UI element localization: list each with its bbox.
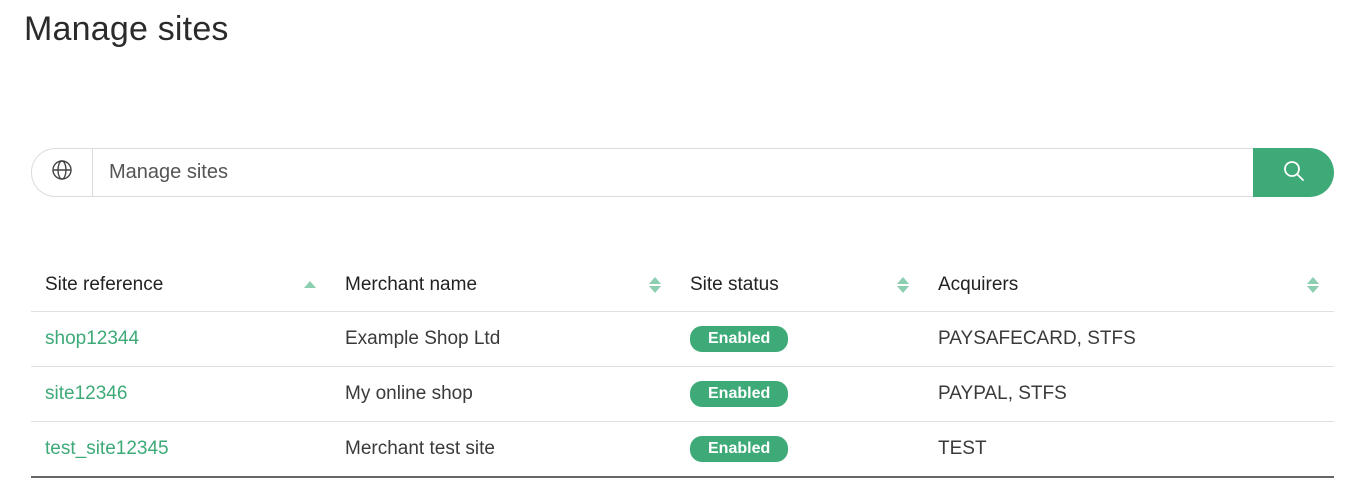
merchant-name-cell: My online shop xyxy=(331,366,676,422)
acquirers-cell: PAYPAL, STFS xyxy=(924,366,1334,422)
column-header-site-status[interactable]: Site status xyxy=(676,258,924,312)
column-header-merchant-name[interactable]: Merchant name xyxy=(331,258,676,312)
search-icon xyxy=(1282,159,1306,186)
globe-icon xyxy=(51,159,73,186)
sort-icon[interactable] xyxy=(648,276,662,293)
page-title: Manage sites xyxy=(24,10,229,48)
site-status-cell: Enabled xyxy=(676,311,924,367)
acquirers-cell: PAYSAFECARD, STFS xyxy=(924,311,1334,367)
sites-table: Site reference Merchant name Site status xyxy=(31,258,1334,478)
merchant-name-cell: Merchant test site xyxy=(331,421,676,478)
search-button[interactable] xyxy=(1253,148,1334,197)
site-reference-link[interactable]: test_site12345 xyxy=(45,438,169,459)
search-input[interactable] xyxy=(93,148,1253,197)
site-reference-cell: site12346 xyxy=(31,366,331,422)
site-reference-link[interactable]: shop12344 xyxy=(45,328,139,349)
column-label: Merchant name xyxy=(345,273,478,295)
status-badge: Enabled xyxy=(690,381,789,407)
sort-ascending-icon[interactable] xyxy=(303,281,317,288)
search-scope xyxy=(31,148,93,197)
column-label: Site status xyxy=(690,273,779,295)
column-header-site-reference[interactable]: Site reference xyxy=(31,258,331,312)
column-label: Site reference xyxy=(45,273,164,295)
site-reference-cell: shop12344 xyxy=(31,311,331,367)
table-row: shop12344 Example Shop Ltd Enabled PAYSA… xyxy=(31,311,1334,367)
site-status-cell: Enabled xyxy=(676,421,924,478)
merchant-name-cell: Example Shop Ltd xyxy=(331,311,676,367)
table-row: site12346 My online shop Enabled PAYPAL,… xyxy=(31,366,1334,422)
site-reference-link[interactable]: site12346 xyxy=(45,383,127,404)
acquirers-cell: TEST xyxy=(924,421,1334,478)
table-header-row: Site reference Merchant name Site status xyxy=(31,258,1334,312)
table-row: test_site12345 Merchant test site Enable… xyxy=(31,421,1334,478)
search-bar xyxy=(31,148,1334,197)
site-status-cell: Enabled xyxy=(676,366,924,422)
column-header-acquirers[interactable]: Acquirers xyxy=(924,258,1334,312)
column-label: Acquirers xyxy=(938,273,1019,295)
status-badge: Enabled xyxy=(690,436,789,462)
sort-icon[interactable] xyxy=(896,276,910,293)
sort-icon[interactable] xyxy=(1306,276,1320,293)
status-badge: Enabled xyxy=(690,326,789,352)
site-reference-cell: test_site12345 xyxy=(31,421,331,478)
